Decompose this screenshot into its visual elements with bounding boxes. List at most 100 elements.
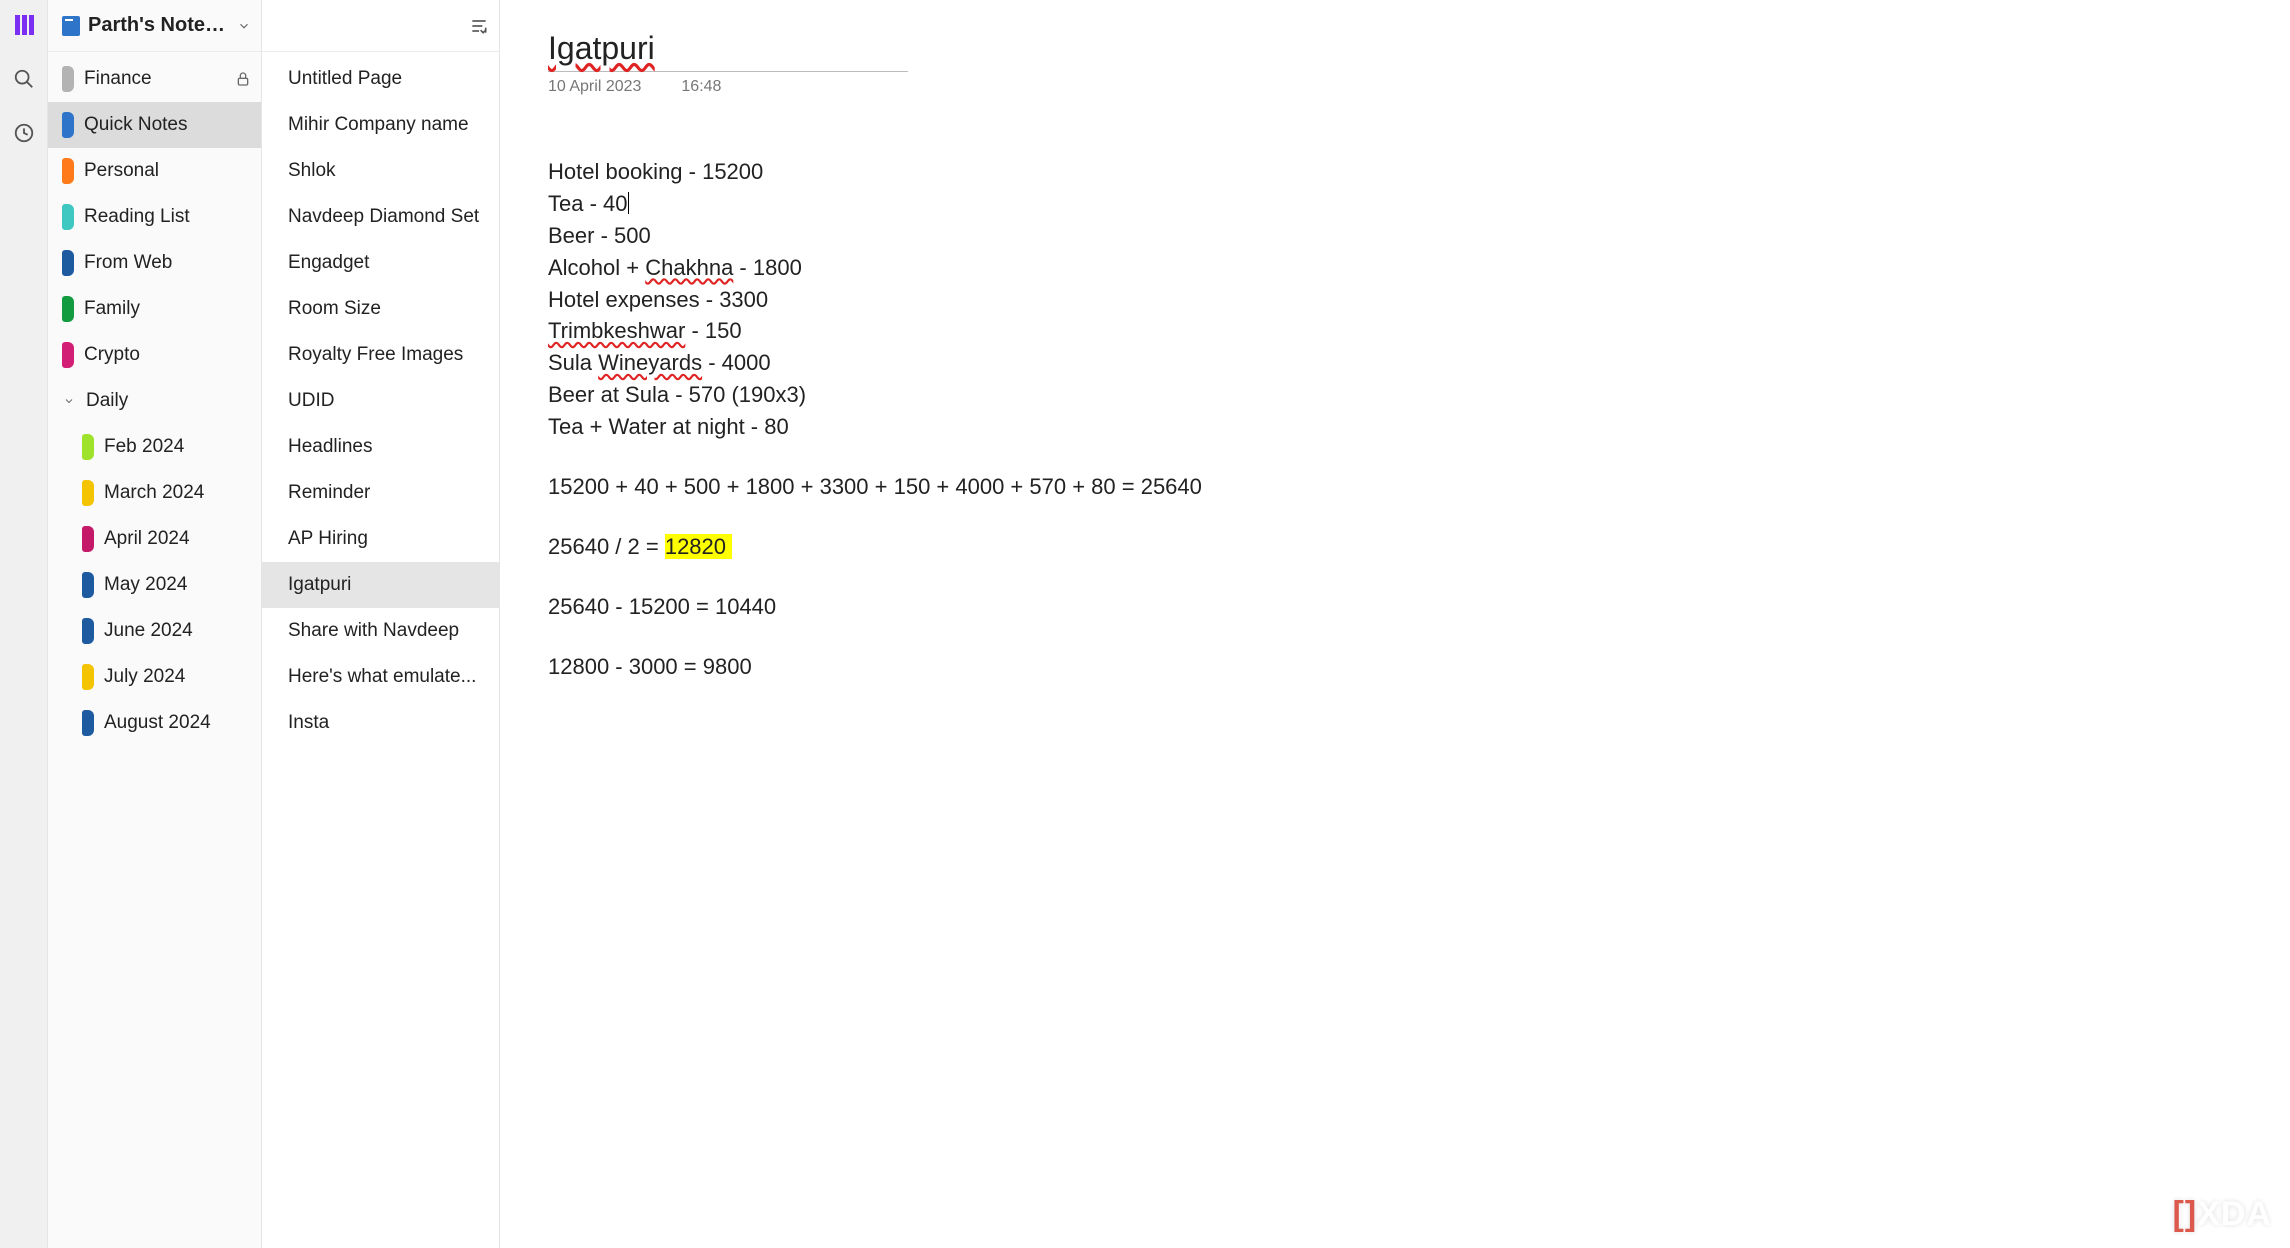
section-item[interactable]: Crypto [48,332,261,378]
highlighted-value: 12820 [665,534,726,559]
notebook-picker[interactable]: Parth's Notebook [48,0,261,52]
section-color-tab [82,710,94,736]
page-item[interactable]: Engadget [262,240,499,286]
section-label: July 2024 [104,666,251,688]
notebook-icon [62,16,80,36]
chevron-down-icon [237,19,251,33]
page-item[interactable]: Insta [262,700,499,746]
page-item[interactable]: Share with Navdeep [262,608,499,654]
page-item[interactable]: UDID [262,378,499,424]
section-list: Finance Quick Notes Personal Reading List Fr… [48,52,261,746]
page-list: Untitled PageMihir Company nameShlokNavd… [262,52,499,746]
sections-panel: Parth's Notebook Finance Quick Notes Perso… [48,0,262,1248]
section-item[interactable]: May 2024 [48,562,261,608]
app-rail [0,0,48,1248]
note-line: Beer at Sula - 570 (190x3) [548,379,2242,411]
notebook-title: Parth's Notebook [88,14,229,37]
section-color-tab [62,250,74,276]
page-item[interactable]: Igatpuri [262,562,499,608]
section-group[interactable]: Daily [48,378,261,424]
note-canvas[interactable]: Igatpuri 10 April 2023 16:48 Hotel booki… [500,0,2290,1248]
section-label: Finance [84,68,225,90]
section-label: Reading List [84,206,251,228]
note-diff-line: 12800 - 3000 = 9800 [548,651,2242,683]
note-line: Trimbkeshwar - 150 [548,315,2242,347]
note-sum-line: 15200 + 40 + 500 + 1800 + 3300 + 150 + 4… [548,471,2242,503]
page-item[interactable]: Mihir Company name [262,102,499,148]
page-item[interactable]: Headlines [262,424,499,470]
page-item[interactable]: Here's what emulate... [262,654,499,700]
page-item[interactable]: Royalty Free Images [262,332,499,378]
text-caret [628,192,629,214]
section-color-tab [62,112,74,138]
section-item[interactable]: Reading List [48,194,261,240]
page-item[interactable]: Navdeep Diamond Set [262,194,499,240]
search-icon [13,68,35,90]
section-label: Personal [84,160,251,182]
note-time: 16:48 [681,78,721,96]
section-item[interactable]: Personal [48,148,261,194]
app-logo[interactable] [11,12,37,38]
recent-button[interactable] [11,120,37,146]
section-color-tab [82,618,94,644]
section-color-tab [82,480,94,506]
section-color-tab [62,204,74,230]
section-label: June 2024 [104,620,251,642]
section-color-tab [82,434,94,460]
note-line: Hotel expenses - 3300 [548,284,2242,316]
note-line: Alcohol + Chakhna - 1800 [548,252,2242,284]
pages-panel: Untitled PageMihir Company nameShlokNavd… [262,0,500,1248]
section-label: From Web [84,252,251,274]
sort-button[interactable] [469,16,489,36]
section-item[interactable]: From Web [48,240,261,286]
section-label: March 2024 [104,482,251,504]
section-color-tab [82,664,94,690]
section-item[interactable]: March 2024 [48,470,261,516]
section-color-tab [62,342,74,368]
section-color-tab [62,66,74,92]
section-item[interactable]: Finance [48,56,261,102]
section-label: Family [84,298,251,320]
section-item[interactable]: July 2024 [48,654,261,700]
note-diff-line: 25640 - 15200 = 10440 [548,591,2242,623]
section-color-tab [62,296,74,322]
note-title-text: Igatpuri [548,30,655,66]
lock-icon [235,71,251,87]
section-item[interactable]: Quick Notes [48,102,261,148]
section-label: Quick Notes [84,114,251,136]
note-line: Beer - 500 [548,220,2242,252]
search-button[interactable] [11,66,37,92]
note-half-line: 25640 / 2 = 12820 [548,531,2242,563]
page-item[interactable]: Reminder [262,470,499,516]
note-date: 10 April 2023 [548,78,641,96]
section-item[interactable]: April 2024 [48,516,261,562]
section-color-tab [82,526,94,552]
section-color-tab [62,158,74,184]
section-group-label: Daily [86,390,251,412]
note-body[interactable]: Hotel booking - 15200 Tea - 40 Beer - 50… [548,156,2242,683]
note-title[interactable]: Igatpuri [548,30,908,72]
chevron-down-icon [62,395,76,407]
section-item[interactable]: June 2024 [48,608,261,654]
section-item[interactable]: Feb 2024 [48,424,261,470]
note-line: Tea + Water at night - 80 [548,411,2242,443]
clock-icon [13,122,35,144]
section-label: Crypto [84,344,251,366]
section-item[interactable]: August 2024 [48,700,261,746]
section-label: April 2024 [104,528,251,550]
page-item[interactable]: Untitled Page [262,56,499,102]
page-item[interactable]: AP Hiring [262,516,499,562]
note-line: Sula Wineyards - 4000 [548,347,2242,379]
pages-header [262,0,499,52]
page-item[interactable]: Room Size [262,286,499,332]
note-line: Tea - 40 [548,188,2242,220]
onenote-logo-icon [12,13,36,37]
page-item[interactable]: Shlok [262,148,499,194]
section-label: May 2024 [104,574,251,596]
sort-icon [469,16,489,36]
section-item[interactable]: Family [48,286,261,332]
section-label: August 2024 [104,712,251,734]
note-meta: 10 April 2023 16:48 [548,78,2242,96]
section-color-tab [82,572,94,598]
section-label: Feb 2024 [104,436,251,458]
